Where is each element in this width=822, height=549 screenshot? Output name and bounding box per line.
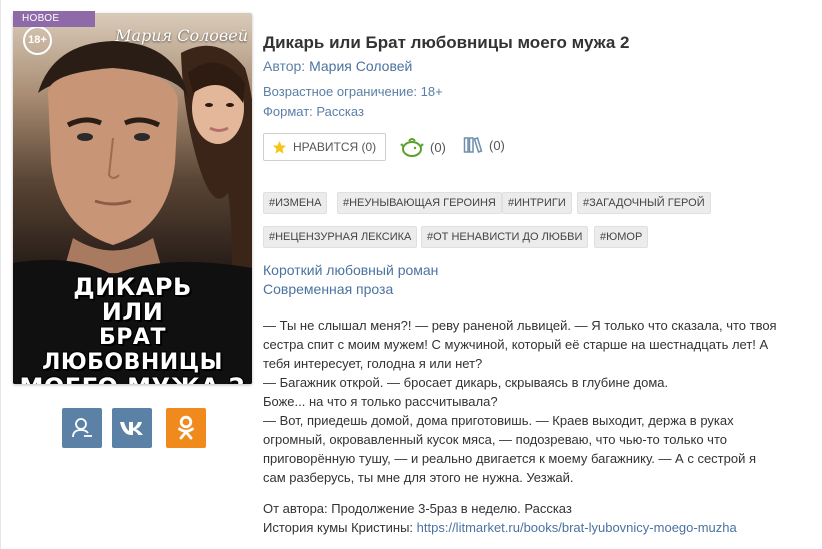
new-badge: НОВОЕ [13,11,95,27]
cover-title-line: МОЕГО МУЖА 2 [13,375,252,385]
like-label: НРАВИТСЯ (0) [293,140,377,154]
description-line: Боже... на что я только рассчитывала? [263,394,498,409]
award-count: (0) [430,139,446,155]
vk-icon [120,422,143,435]
cover-title-line: БРАТ ЛЮБОВНИЦЫ [42,325,223,375]
cover-author-script: Мария Соловей [115,26,248,45]
description-line: — Багажник открой. — бросает дикарь, скр… [263,375,669,390]
page-left-border [0,0,1,549]
description-line: сестра спит с моим мужем! С мужчиной, ко… [263,337,769,352]
genre-link[interactable]: Короткий любовный роман [263,262,438,278]
description-line: тебя интересует, голодна я или нет? [263,356,483,371]
history-line: История кумы Кристины: https://litmarket… [263,518,808,537]
book-description: — Ты не слышал меня?! — реву раненой льв… [263,316,808,537]
like-button[interactable]: НРАВИТСЯ (0) [263,133,386,161]
cover-title-line: ИЛИ [101,298,164,326]
age-rating-icon: 18+ [23,26,52,55]
tag-chip[interactable]: #ОТ НЕНАВИСТИ ДО ЛЮБВИ [421,226,589,248]
age-restriction-label: Возрастное ограничение: [263,84,418,99]
tag-chip[interactable]: #ИЗМЕНА [263,192,328,214]
star-icon [272,140,287,154]
library-count: (0) [489,137,505,153]
share-vk-button[interactable] [112,408,152,448]
history-link[interactable]: https://litmarket.ru/books/brat-lyubovni… [417,520,737,535]
format-label: Формат: [263,104,313,119]
age-restriction-line: Возрастное ограничение: 18+ [263,84,443,99]
format-line: Формат: Рассказ [263,104,364,119]
description-line: — Вот, приедешь домой, дома приготовишь.… [263,413,734,428]
user-profile-icon [72,418,92,438]
share-profile-button[interactable] [62,408,102,448]
description-line: сам разберусь, ты мне для этого не нужна… [263,470,574,485]
author-label: Автор: [263,58,306,74]
description-line: приговорённую тушу, — и реально двигаетс… [263,451,757,466]
odnoklassniki-icon [178,415,194,440]
author-link[interactable]: Мария Соловей [309,58,412,74]
tag-chip[interactable]: #ИНТРИГИ [502,192,572,214]
author-note: От автора: Продолжение 3-5раз в неделю. … [263,501,572,516]
tag-chip[interactable]: #ЮМОР [594,226,649,248]
award-icon [400,138,424,157]
tag-chip[interactable]: #НЕУНЫВАЮЩАЯ ГЕРОИНЯ [337,192,502,214]
history-label: История кумы Кристины: [263,520,414,535]
book-title: Дикарь или Брат любовницы моего мужа 2 [263,33,630,52]
cover-title: ДИКАРЬ ИЛИ БРАТ ЛЮБОВНИЦЫ МОЕГО МУЖА 2 [13,273,252,385]
age-restriction-value: 18+ [420,84,443,99]
library-counter[interactable]: (0) [463,136,505,154]
author-line: Автор: Мария Соловей [263,58,412,74]
tag-chip[interactable]: #ЗАГАДОЧНЫЙ ГЕРОЙ [577,192,711,214]
award-counter[interactable]: (0) [400,136,446,158]
format-value: Рассказ [316,104,364,119]
description-line: — Ты не слышал меня?! — реву раненой льв… [263,318,777,333]
description-line: огромный, окровавленный кусок мяса, — по… [263,432,727,447]
cover-title-line: ДИКАРЬ [73,273,192,301]
share-ok-button[interactable] [166,408,206,448]
book-cover[interactable]: 18+ Мария Соловей ДИКАРЬ ИЛИ БРАТ ЛЮБОВН… [13,13,252,384]
genre-link[interactable]: Современная проза [263,281,393,297]
library-books-icon [463,137,483,153]
tag-chip[interactable]: #НЕЦЕНЗУРНАЯ ЛЕКСИКА [263,226,418,248]
